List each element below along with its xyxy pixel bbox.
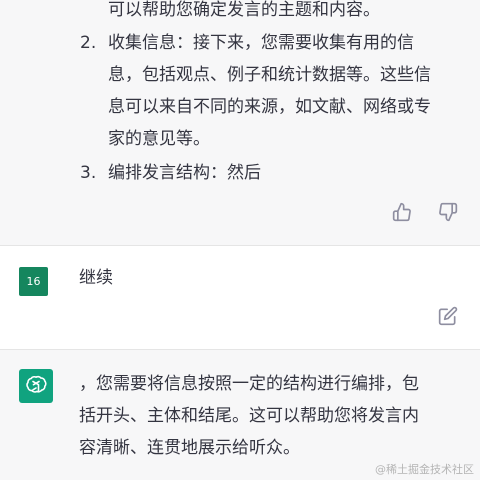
message-line: 编排发言结构：然后	[108, 163, 261, 183]
thumbs-up-icon[interactable]	[392, 202, 412, 222]
message-line: 括开头、主体和结尾。这可以帮助您将发言内	[79, 406, 419, 426]
list-number: 2.	[80, 33, 97, 53]
edit-icon[interactable]	[438, 306, 458, 326]
message-line: ，您需要将信息按照一定的结构进行编排，包	[79, 374, 419, 394]
assistant-message-1: 可以帮助您确定发言的主题和内容。 2. 收集信息：接下来，您需要收集有用的信 息…	[0, 0, 480, 245]
message-line: 息可以来自不同的来源，如文献、网络或专	[108, 97, 431, 117]
chatgpt-logo-icon	[19, 369, 53, 403]
list-number: 3.	[80, 163, 97, 183]
user-avatar: 16	[19, 267, 48, 296]
message-line: 家的意见等。	[108, 129, 210, 149]
message-line: 息，包括观点、例子和统计数据等。这些信	[108, 65, 431, 85]
thumbs-down-icon[interactable]	[438, 202, 458, 222]
watermark: @稀土掘金技术社区	[375, 463, 474, 476]
avatar-label: 16	[26, 275, 41, 288]
user-message-text: 继续	[79, 268, 113, 288]
message-line: 可以帮助您确定发言的主题和内容。	[108, 0, 380, 20]
user-message	[0, 246, 480, 349]
message-line: 容清晰、连贯地展示给听众。	[79, 438, 300, 458]
message-line: 收集信息：接下来，您需要收集有用的信	[108, 33, 414, 53]
